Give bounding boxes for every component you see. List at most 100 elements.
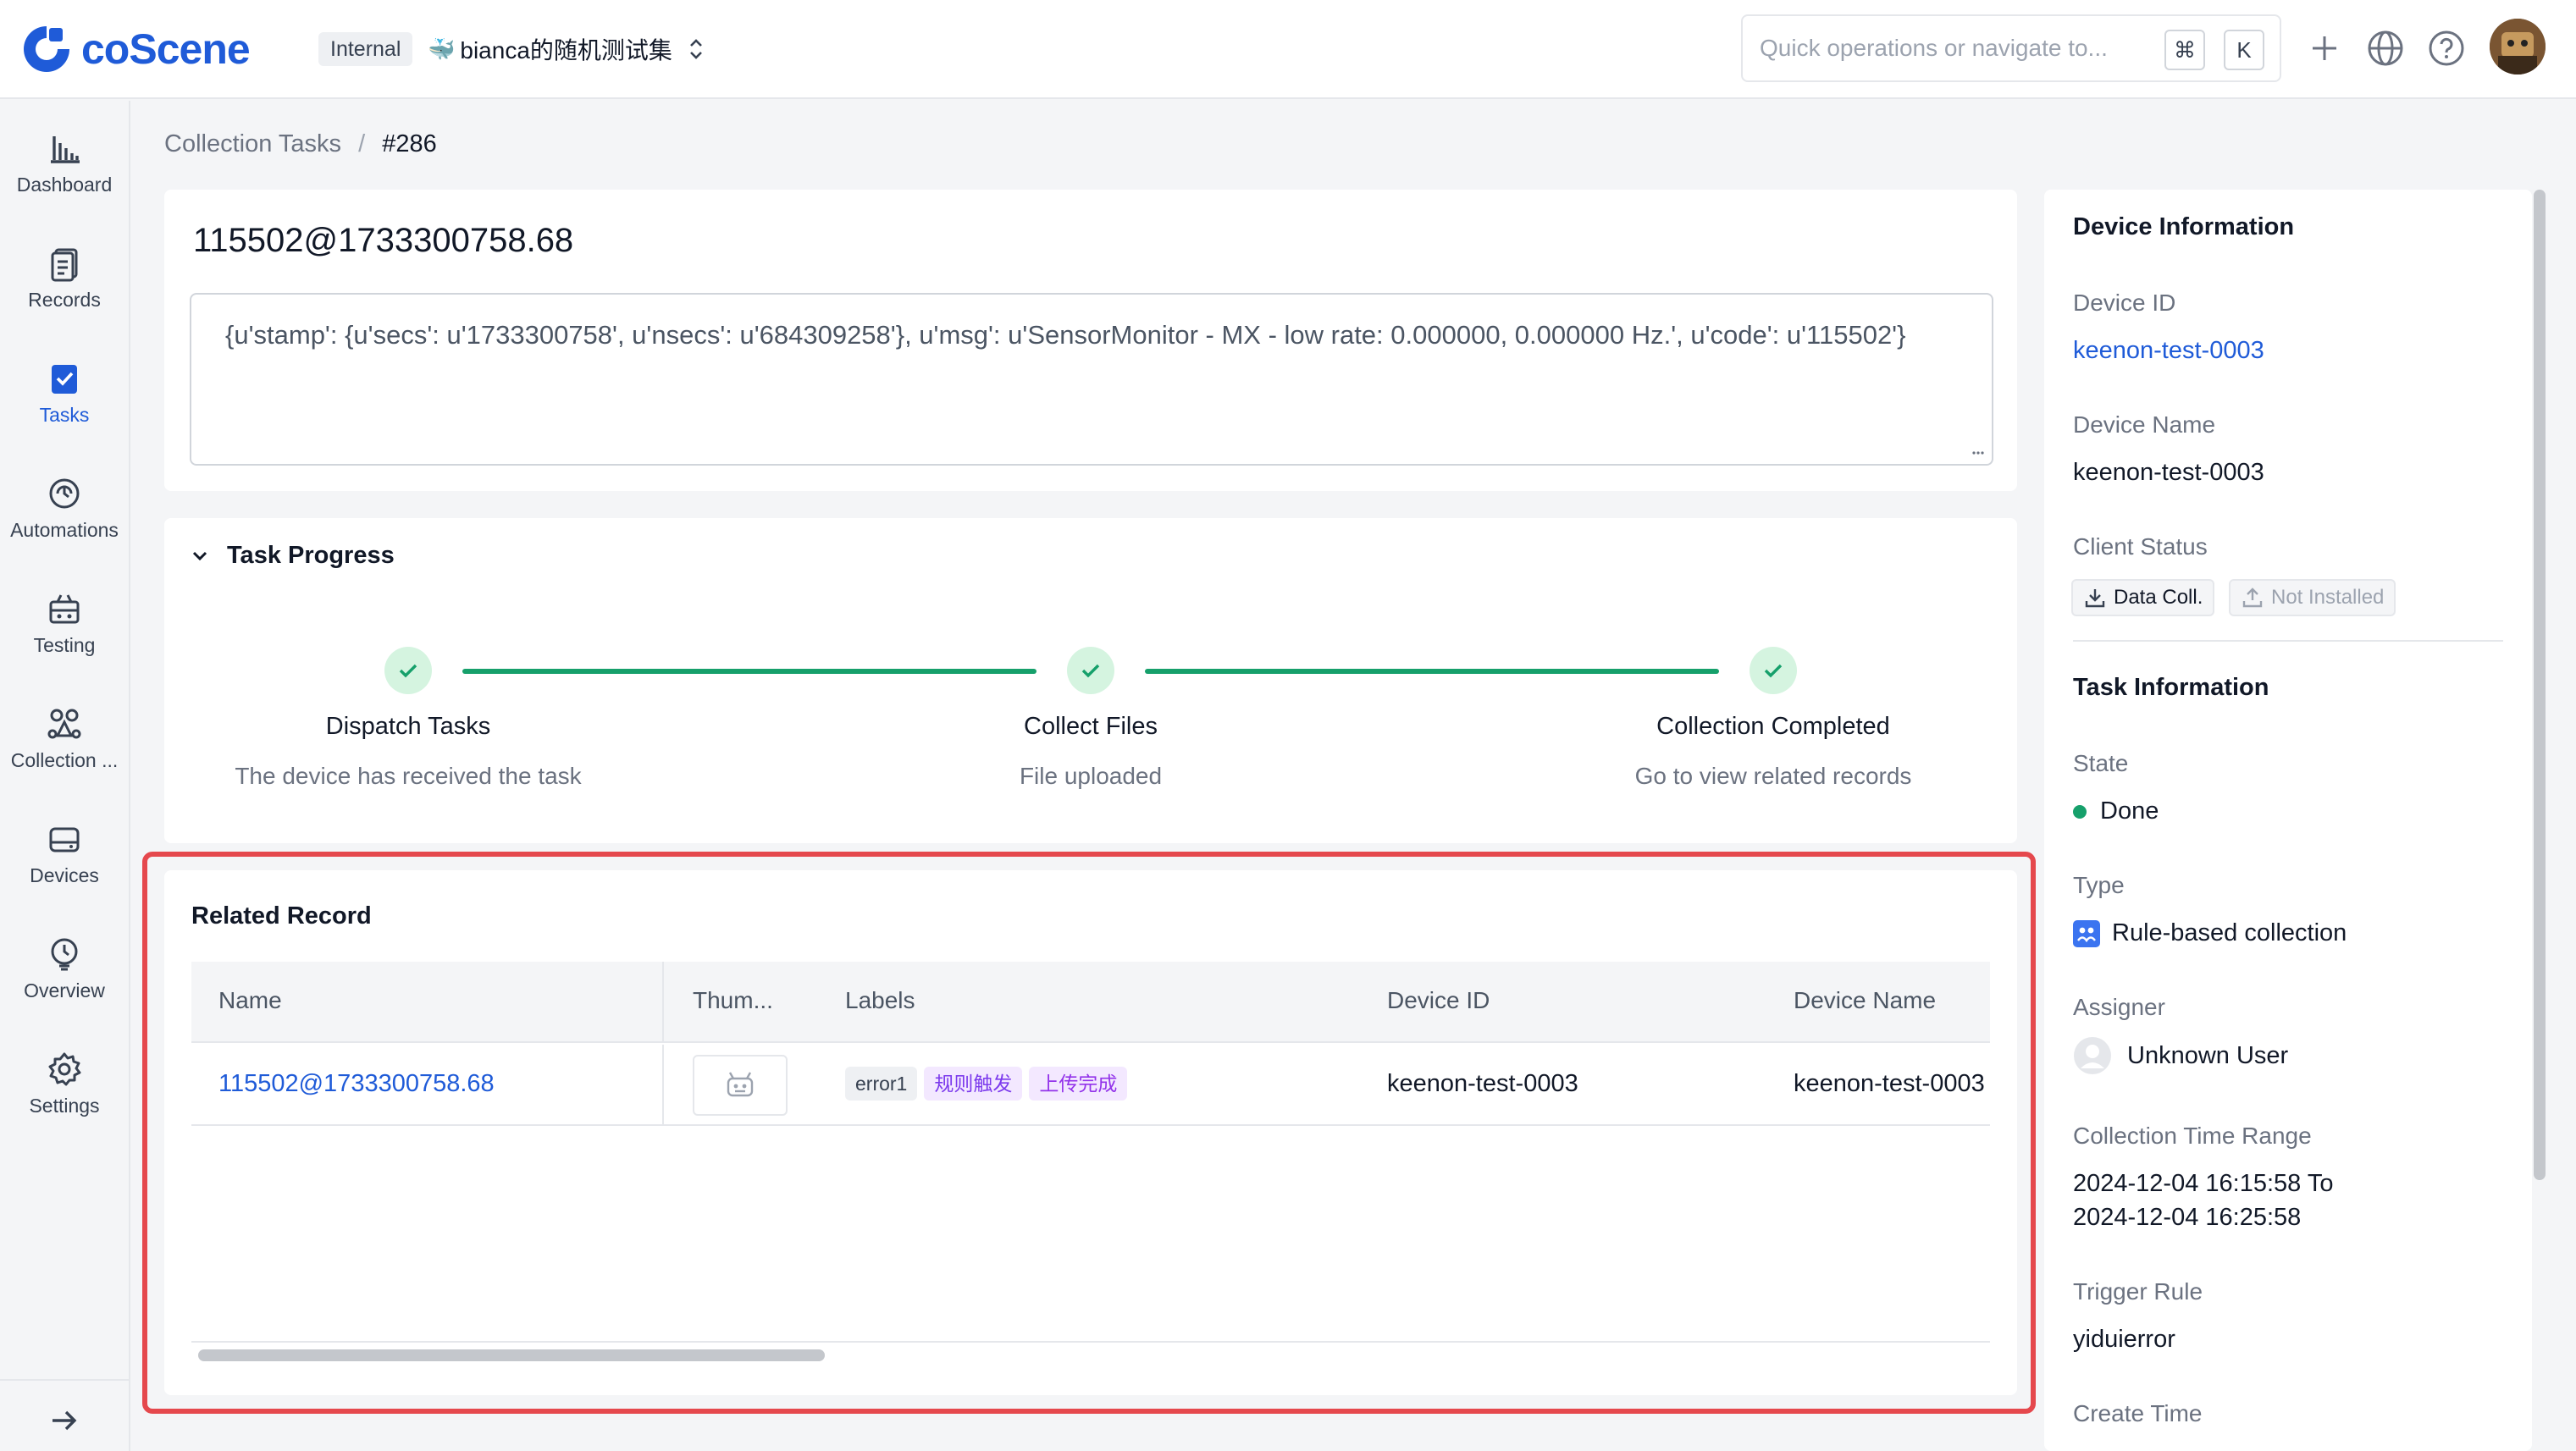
quick-search[interactable]: Quick operations or navigate to... ⌘ K: [1741, 14, 2281, 82]
collection-icon: [47, 709, 81, 739]
column-header[interactable]: Name: [218, 987, 282, 1014]
sidebar-item-records[interactable]: Records: [0, 245, 129, 338]
step-description[interactable]: Go to view related records: [1553, 763, 1993, 790]
thumbnail[interactable]: [693, 1055, 788, 1116]
status-badge: Data Coll.: [2071, 579, 2215, 616]
column-header[interactable]: Device Name: [1794, 987, 1936, 1014]
step-title: Dispatch Tasks: [325, 713, 491, 740]
time-range-end: 2024-12-04 16:25:58: [2073, 1204, 2302, 1231]
label-tag[interactable]: 上传完成: [1029, 1067, 1128, 1101]
sidebar-item-collection[interactable]: Collection ...: [0, 705, 129, 798]
chart-icon: [51, 136, 80, 163]
project-name: bianca的随机测试集: [460, 37, 672, 63]
breadcrumb-parent[interactable]: Collection Tasks: [164, 130, 341, 157]
progress-step: Collection Completed Go to view related …: [1553, 647, 1993, 790]
sidebar-footer: [0, 1379, 129, 1451]
sidebar-label: Testing: [33, 634, 96, 656]
sidebar-label: Collection ...: [10, 749, 119, 771]
k-key: K: [2224, 30, 2264, 70]
time-range-start: 2024-12-04 16:15:58 To: [2073, 1170, 2334, 1197]
info-panel: Device Information Device ID keenon-test…: [2044, 190, 2532, 1451]
project-switcher[interactable]: 🐳 bianca的随机测试集: [428, 30, 705, 68]
related-record-title: Related Record: [191, 902, 372, 930]
assigner-value: Unknown User: [2073, 1036, 2288, 1075]
horizontal-scrollbar[interactable]: [191, 1341, 1990, 1365]
task-progress-toggle[interactable]: Task Progress: [190, 542, 395, 570]
records-icon: [51, 248, 78, 282]
sidebar-item-automations[interactable]: Automations: [0, 475, 129, 568]
breadcrumb-current: #286: [382, 130, 437, 157]
type-text: Rule-based collection: [2112, 919, 2347, 946]
overview-icon: [51, 938, 78, 971]
step-description: The device has received the task: [235, 763, 582, 789]
page-title: 115502@1733300758.68: [193, 222, 574, 259]
column-header[interactable]: Labels: [845, 987, 915, 1014]
device-id-label: Device ID: [2073, 290, 2176, 316]
chevron-down-icon: [192, 551, 207, 560]
task-info-heading: Task Information: [2073, 674, 2269, 701]
sidebar-item-dashboard[interactable]: Dashboard: [0, 130, 129, 223]
label-tag[interactable]: error1: [845, 1067, 918, 1101]
help-icon[interactable]: [2424, 25, 2469, 71]
sidebar-label: Automations: [10, 519, 119, 541]
column-divider: [662, 962, 664, 1041]
device-name-value: keenon-test-0003: [2073, 459, 2264, 486]
user-avatar[interactable]: [2490, 19, 2546, 74]
logo[interactable]: coScene: [20, 20, 251, 78]
sidebar-item-devices[interactable]: Devices: [0, 820, 129, 913]
scrollbar-thumb[interactable]: [198, 1349, 825, 1361]
sidebar-item-testing[interactable]: Testing: [0, 590, 129, 683]
sidebar-label: Dashboard: [16, 174, 113, 196]
sidebar-item-overview[interactable]: Overview: [0, 935, 129, 1029]
table-row[interactable]: 115502@1733300758.68 error1 规则触发 上传完成 keen…: [191, 1045, 1990, 1126]
task-message: {u'stamp': {u'secs': u'1733300758', u'ns…: [190, 293, 1993, 466]
whale-icon: 🐳: [428, 36, 456, 62]
globe-icon[interactable]: [2363, 25, 2408, 71]
vertical-scrollbar[interactable]: [2534, 190, 2546, 1180]
column-divider: [662, 1045, 664, 1124]
device-name-cell: keenon-test-0003: [1794, 1070, 1985, 1097]
client-status-label: Client Status: [2073, 533, 2208, 560]
status-badge-text: Not Installed: [2271, 586, 2385, 609]
state-label: State: [2073, 750, 2129, 776]
upload-icon: [2242, 588, 2263, 608]
step-title: Collect Files: [1024, 713, 1158, 740]
device-name-label: Device Name: [2073, 411, 2216, 438]
progress-step: Collect Files File uploaded: [871, 647, 1311, 790]
task-progress-title: Task Progress: [227, 542, 395, 569]
gear-icon: [48, 1052, 81, 1086]
automation-icon: [49, 478, 80, 509]
testing-icon: [49, 594, 80, 624]
table-header: Name Thum... Labels Device ID Device Nam…: [191, 962, 1990, 1043]
add-icon[interactable]: [2302, 25, 2347, 71]
brand-name: coScene: [81, 25, 251, 73]
top-bar: coScene Internal 🐳 bianca的随机测试集 Quick op…: [0, 0, 2576, 99]
user-avatar-icon: [2074, 1037, 2111, 1074]
divider: [2073, 640, 2503, 642]
search-placeholder: Quick operations or navigate to...: [1760, 35, 2108, 61]
device-id-link[interactable]: keenon-test-0003: [2073, 337, 2264, 365]
type-value: Rule-based collection: [2073, 919, 2347, 947]
sidebar-item-tasks[interactable]: Tasks: [0, 360, 129, 453]
resize-handle-icon[interactable]: [1971, 449, 1985, 457]
status-dot-icon: [2073, 804, 2087, 819]
column-header[interactable]: Thum...: [693, 987, 773, 1014]
sidebar-item-settings[interactable]: Settings: [0, 1051, 129, 1144]
sidebar-label: Records: [28, 289, 101, 311]
command-key-icon: ⌘: [2164, 30, 2205, 70]
record-name-link[interactable]: 115502@1733300758.68: [218, 1070, 495, 1098]
breadcrumb: Collection Tasks / #286: [164, 130, 437, 158]
check-icon: [1067, 647, 1114, 694]
state-value: Done: [2073, 797, 2159, 825]
status-badge: Not Installed: [2229, 579, 2396, 616]
column-header[interactable]: Device ID: [1387, 987, 1490, 1014]
progress-step: Dispatch Tasks The device has received t…: [188, 647, 628, 790]
rule-collection-icon: [2073, 919, 2100, 947]
label-tag[interactable]: 规则触发: [924, 1067, 1023, 1101]
sidebar: Dashboard Records Tasks Automations Test…: [0, 101, 130, 1451]
expand-arrow-icon[interactable]: [47, 1406, 81, 1435]
trigger-rule-value: yiduierror: [2073, 1326, 2175, 1353]
create-time-label: Create Time: [2073, 1400, 2203, 1426]
highlight-box: [142, 852, 2036, 1414]
assigner-text: Unknown User: [2127, 1041, 2289, 1069]
